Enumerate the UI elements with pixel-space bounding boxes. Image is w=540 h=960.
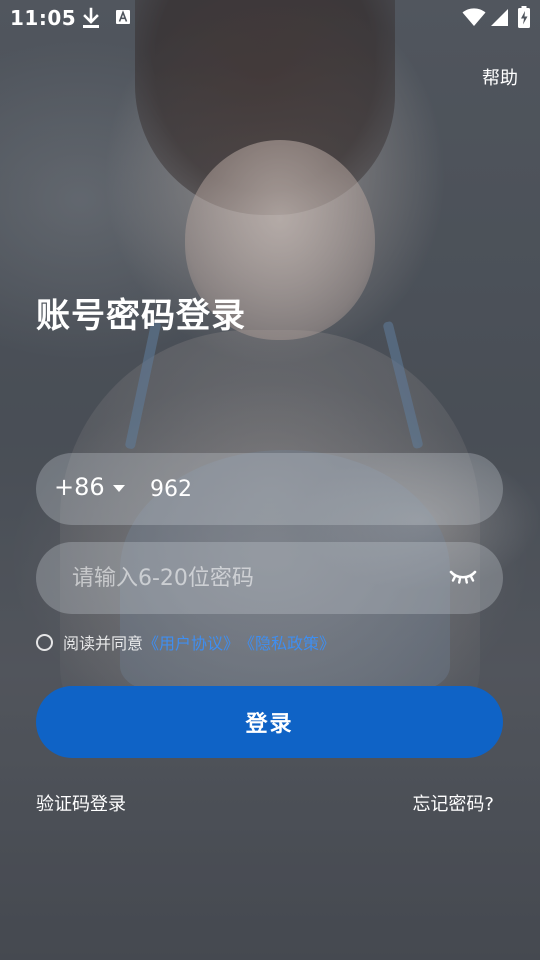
agreement-prefix: 阅读并同意: [63, 634, 144, 653]
signal-icon: [491, 9, 508, 26]
sms-login-link[interactable]: 验证码登录: [36, 790, 126, 816]
phone-field: +86: [36, 453, 503, 525]
phone-input[interactable]: [150, 471, 470, 507]
keyboard-a-icon: [116, 10, 130, 24]
status-bar: 11:05: [0, 0, 540, 36]
help-link[interactable]: 帮助: [482, 64, 518, 90]
password-field: [36, 542, 503, 614]
eye-closed-icon[interactable]: [449, 568, 477, 586]
country-code-selector[interactable]: +86: [54, 473, 125, 501]
status-time: 11:05: [10, 6, 77, 30]
download-icon: [83, 7, 99, 28]
privacy-policy-link[interactable]: 《隐私政策》: [239, 630, 335, 654]
agreement-checkbox[interactable]: [36, 633, 53, 651]
forgot-password-link[interactable]: 忘记密码?: [412, 790, 494, 816]
password-input[interactable]: [72, 560, 432, 596]
login-button[interactable]: 登录: [36, 686, 503, 758]
battery-charging-icon: [518, 6, 530, 28]
page-title: 账号密码登录: [36, 296, 246, 336]
agreement-row: 阅读并同意 《用户协议》 《隐私政策》: [36, 630, 335, 654]
caret-down-icon: [112, 484, 125, 492]
country-code-label: +86: [54, 473, 105, 501]
wifi-icon: [462, 8, 486, 26]
user-agreement-link[interactable]: 《用户协议》: [143, 630, 239, 654]
